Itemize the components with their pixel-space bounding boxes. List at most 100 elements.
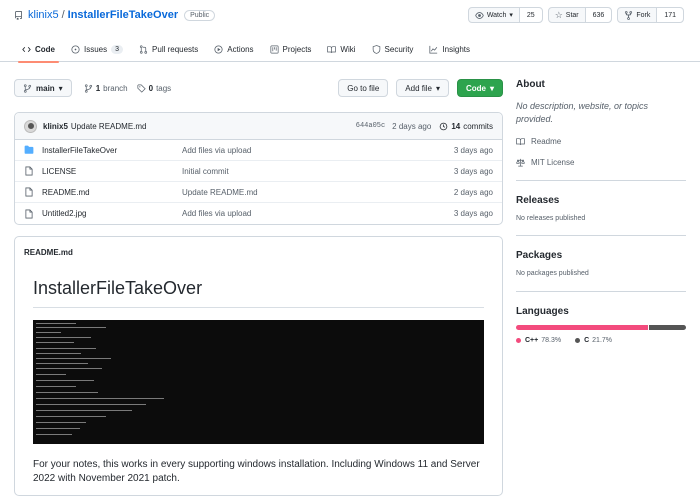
file-icon: [25, 209, 33, 218]
branch-name: main: [36, 83, 55, 93]
file-browser: klinix5 Update README.md 644a05c 2 days …: [14, 112, 503, 225]
tab-code-label: Code: [35, 45, 55, 54]
fork-icon: [625, 10, 633, 20]
tab-security-label: Security: [384, 45, 414, 54]
tab-pull-requests[interactable]: Pull requests: [131, 37, 206, 62]
tags-link[interactable]: 0 tags: [137, 83, 172, 93]
issues-count-badge: 3: [111, 45, 124, 54]
tab-code[interactable]: Code: [14, 37, 63, 63]
commit-sha[interactable]: 644a05c: [356, 122, 385, 130]
language-percent: 78.3%: [541, 337, 562, 344]
language-name: C: [584, 337, 590, 344]
file-commit-message[interactable]: Add files via upload: [182, 209, 454, 218]
file-row[interactable]: README.md Update README.md 2 days ago: [15, 182, 502, 203]
file-row[interactable]: Untitled2.jpg Add files via upload 3 day…: [15, 203, 502, 224]
commit-message[interactable]: Update README.md: [71, 122, 147, 131]
tab-projects[interactable]: Projects: [262, 37, 320, 62]
tab-projects-label: Projects: [282, 45, 312, 54]
language-bar-segment-c: [649, 325, 686, 330]
shield-icon: [372, 45, 380, 54]
repo-icon: [15, 10, 22, 20]
file-name[interactable]: InstallerFileTakeOver: [42, 146, 182, 155]
branches-link[interactable]: 1 branch: [84, 84, 128, 93]
tags-label: tags: [156, 83, 172, 93]
file-toolbar: main ▾ 1 branch 0 tags Go to file Add fi…: [14, 79, 503, 97]
about-section: About No description, website, or topics…: [516, 79, 686, 181]
tab-insights-label: Insights: [442, 45, 471, 54]
tab-wiki-label: Wiki: [340, 45, 356, 54]
commits-count: 14: [451, 121, 461, 131]
fork-label: Fork: [636, 11, 651, 19]
main-content: main ▾ 1 branch 0 tags Go to file Add fi…: [14, 79, 503, 496]
license-link[interactable]: MIT License: [516, 158, 686, 167]
file-name[interactable]: Untitled2.jpg: [42, 209, 182, 218]
branch-select[interactable]: main ▾: [14, 79, 72, 97]
file-commit-message[interactable]: Update README.md: [182, 188, 454, 197]
watch-count[interactable]: 25: [518, 8, 542, 22]
chevron-down-icon: ▾: [509, 12, 513, 19]
add-file-label: Add file: [405, 83, 432, 93]
watch-button[interactable]: Watch ▾ 25: [467, 7, 543, 23]
tab-actions[interactable]: Actions: [206, 37, 261, 62]
readme-panel: README.md InstallerFileTakeOver For your…: [14, 236, 503, 496]
file-name[interactable]: README.md: [42, 188, 182, 197]
file-date: 2 days ago: [453, 187, 493, 197]
packages-title[interactable]: Packages: [516, 250, 686, 261]
releases-title[interactable]: Releases: [516, 195, 686, 206]
add-file-button[interactable]: Add file ▾: [396, 79, 449, 97]
fork-count[interactable]: 171: [656, 8, 683, 22]
play-icon: [214, 45, 223, 54]
file-name[interactable]: LICENSE: [42, 167, 182, 176]
readme-header: README.md: [24, 247, 73, 257]
about-description: No description, website, or topics provi…: [516, 101, 649, 124]
star-count[interactable]: 636: [584, 8, 612, 22]
avatar[interactable]: [24, 119, 37, 133]
readme-paragraph: For your notes, this works in every supp…: [33, 459, 480, 484]
commit-time: 2 days ago: [392, 121, 432, 131]
latest-commit: klinix5 Update README.md 644a05c 2 days …: [15, 113, 502, 140]
releases-text: No releases published: [516, 215, 586, 222]
tab-actions-label: Actions: [227, 45, 254, 54]
repo-owner-link[interactable]: klinix5: [28, 9, 59, 21]
file-date: 3 days ago: [453, 145, 493, 155]
repo-title: klinix5 / InstallerFileTakeOver Public: [14, 9, 216, 21]
repo-name-link[interactable]: InstallerFileTakeOver: [68, 9, 178, 21]
language-dot: [516, 338, 521, 343]
branch-icon: [23, 83, 32, 93]
repo-separator: /: [61, 9, 65, 21]
commit-author[interactable]: klinix5: [43, 122, 68, 131]
language-item-cpp[interactable]: C++ 78.3%: [516, 337, 561, 344]
branches-label: branch: [103, 83, 128, 93]
commits-link[interactable]: 14 commits: [439, 122, 493, 131]
file-commit-message[interactable]: Add files via upload: [182, 146, 454, 155]
star-button[interactable]: ☆ Star 636: [547, 7, 613, 23]
code-button[interactable]: Code ▾: [456, 79, 503, 97]
packages-section: Packages No packages published: [516, 236, 686, 292]
file-commit-message[interactable]: Initial commit: [182, 167, 454, 176]
branch-icon: [84, 83, 92, 93]
tab-insights[interactable]: Insights: [421, 37, 478, 62]
releases-section: Releases No releases published: [516, 181, 686, 236]
go-to-file-button[interactable]: Go to file: [338, 79, 389, 97]
file-row[interactable]: LICENSE Initial commit 3 days ago: [15, 161, 502, 182]
star-label: Star: [565, 11, 579, 19]
commits-label: commits: [463, 121, 493, 131]
tab-security[interactable]: Security: [364, 37, 422, 62]
file-icon: [25, 187, 33, 197]
readme-link[interactable]: Readme: [516, 137, 686, 146]
language-percent: 21.7%: [592, 337, 613, 344]
languages-title: Languages: [516, 306, 569, 317]
tab-wiki[interactable]: Wiki: [319, 37, 363, 62]
fork-button[interactable]: Fork 171: [617, 7, 684, 23]
history-icon: [440, 122, 448, 130]
file-row[interactable]: InstallerFileTakeOver Add files via uplo…: [15, 140, 502, 161]
language-bar-segment-cpp: [516, 325, 649, 330]
visibility-badge: Public: [184, 9, 216, 21]
language-item-c[interactable]: C 21.7%: [575, 337, 612, 344]
about-title: About: [516, 79, 545, 90]
repo-actions: Watch ▾ 25 ☆ Star 636 Fork 171: [467, 7, 684, 23]
readme-link-label: Readme: [531, 137, 562, 146]
tab-issues[interactable]: Issues 3: [63, 37, 131, 62]
issue-icon: [71, 45, 80, 54]
graph-icon: [429, 45, 438, 54]
